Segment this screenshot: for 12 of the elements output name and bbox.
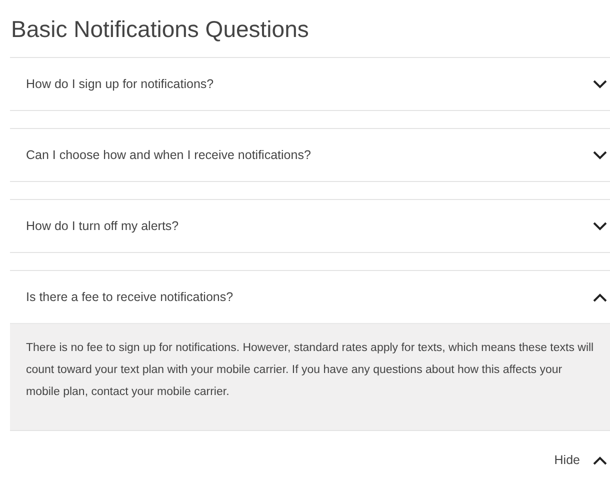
question-text: Is there a fee to receive notifications? xyxy=(26,290,234,304)
chevron-down-icon xyxy=(593,222,607,230)
chevron-up-icon xyxy=(593,456,607,464)
chevron-down-icon xyxy=(593,150,607,160)
question-text: Can I choose how and when I receive notifications? xyxy=(26,148,311,162)
answer-text: There is no fee to sign up for notifications. However, standard rates apply for texts, which means these texts will count toward your text plan with your mobile carrier. If you have any questions about how this affects your mobile plan, contact your mobile carrier. xyxy=(26,341,594,400)
hide-link[interactable]: Hide xyxy=(554,453,607,467)
question-text: How do I turn off my alerts? xyxy=(26,219,179,233)
chevron-down-icon xyxy=(593,80,607,88)
question-text: How do I sign up for notifications? xyxy=(26,77,214,91)
chevron-up-icon xyxy=(593,292,607,302)
page-title: Basic Notifications Questions xyxy=(10,15,310,44)
